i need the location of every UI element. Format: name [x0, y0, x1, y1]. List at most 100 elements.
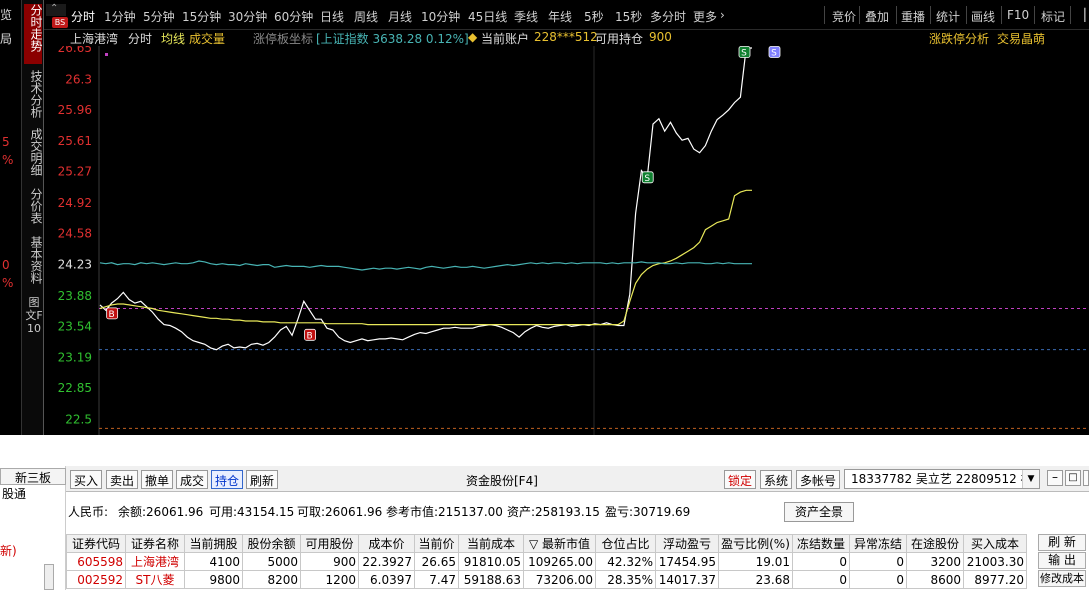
lock-button[interactable]: 锁定 — [724, 470, 757, 489]
period-15sec[interactable]: 15秒 — [615, 8, 642, 25]
column-header[interactable]: 成本价 — [358, 534, 415, 553]
column-header[interactable]: 盈亏比例(%) — [718, 534, 793, 553]
avg-line-toggle[interactable]: 均线 — [161, 30, 185, 47]
vtab-trades[interactable]: 成交明细 — [24, 128, 43, 184]
limit-coord-toggle[interactable]: 涨停板坐标 — [253, 30, 313, 47]
table-cell: 22.3927 — [358, 552, 415, 571]
stock-name: 上海港湾 — [70, 32, 119, 46]
period-60min[interactable]: 60分钟 — [274, 8, 313, 25]
column-header[interactable]: 冻结数量 — [792, 534, 850, 553]
table-cell: 0 — [849, 552, 907, 571]
trade-summary-link[interactable]: 交易晶萌 — [997, 30, 1045, 47]
vtab-profile[interactable]: 基本资料 — [24, 236, 43, 292]
column-header[interactable]: 浮动盈亏 — [655, 534, 719, 553]
column-header[interactable]: 可用股份 — [300, 534, 359, 553]
stock-connect-tab[interactable]: 股通 — [0, 485, 66, 501]
table-cell: 4100 — [184, 552, 243, 571]
assets-overview-button[interactable]: 资产全景 — [784, 502, 854, 522]
index-overlay[interactable]: [上证指数 3638.28 0.12%] — [316, 30, 469, 47]
maximize-icon[interactable]: □ — [1065, 470, 1081, 486]
column-header[interactable]: 异常冻结 — [849, 534, 907, 553]
trade-marker-label: S — [771, 48, 777, 58]
replay-button[interactable]: 重播 — [901, 8, 925, 25]
limit-analysis-link[interactable]: 涨跌停分析 — [929, 30, 989, 47]
system-button[interactable]: 系统 — [760, 470, 793, 489]
toolbar-edge-icon[interactable]: ▕ — [1076, 8, 1085, 22]
close-icon[interactable] — [1083, 470, 1089, 486]
cancel-order-button[interactable]: 撤单 — [141, 470, 174, 489]
corner-marker — [105, 53, 108, 56]
dropdown-arrow-icon[interactable]: ▼ — [1022, 470, 1039, 488]
table-cell: 23.68 — [718, 570, 793, 589]
table-cell: 0 — [849, 570, 907, 589]
more-chevron-icon[interactable]: › — [720, 8, 725, 22]
minimize-icon[interactable]: – — [1047, 470, 1063, 486]
period-weekly[interactable]: 周线 — [354, 8, 378, 25]
positions-button[interactable]: 持仓 — [211, 470, 244, 489]
column-header[interactable]: 证券名称 — [125, 534, 185, 553]
vtab-f10[interactable]: 图文F10 — [24, 296, 44, 350]
volume-toggle[interactable]: 成交量 — [189, 30, 225, 47]
period-intraday[interactable]: 分时 — [71, 8, 95, 25]
column-header[interactable]: 仓位占比 — [595, 534, 656, 553]
statistics-button[interactable]: 统计 — [936, 8, 960, 25]
chart-svg[interactable]: 26.65 26.3 25.96 25.61 25.27 24.92 24.58 24.23 2… — [44, 46, 1089, 435]
period-45day[interactable]: 45日线 — [468, 8, 507, 25]
period-toolbar: ⌃ BS 分时 1分钟 5分钟 15分钟 30分钟 60分钟 日线 周线 月线 … — [44, 0, 1089, 30]
period-monthly[interactable]: 月线 — [388, 8, 412, 25]
trade-marker-label: B — [109, 310, 115, 320]
period-multi-intraday[interactable]: 多分时 — [650, 8, 686, 25]
y-tick-label: 25.61 — [58, 134, 92, 148]
trade-marker-label: S — [644, 174, 650, 184]
table-cell: 5000 — [242, 552, 301, 571]
refresh-button[interactable]: 刷新 — [246, 470, 279, 489]
draw-line-button[interactable]: 画线 — [971, 8, 995, 25]
f10-button[interactable]: F10 — [1007, 8, 1029, 22]
column-header[interactable]: 当前价 — [414, 534, 459, 553]
trading-app: 览 局 5 % 0 % 分时走势 技术分析 成交明细 分价表 基本资料 图文F1… — [0, 0, 1089, 590]
period-5min[interactable]: 5分钟 — [143, 8, 175, 25]
call-auction-button[interactable]: 竞价 — [832, 8, 856, 25]
period-quarterly[interactable]: 季线 — [514, 8, 538, 25]
refresh-side-button[interactable]: 刷 新 — [1038, 534, 1086, 551]
account-select[interactable]: 18337782 吴立艺 22809512 福 — [844, 469, 1040, 489]
fills-button[interactable]: 成交 — [176, 470, 209, 489]
side-button-column: 刷 新 输 出 修改成本 — [1038, 534, 1089, 588]
table-row[interactable]: 605598 上海港湾 4100 5000 900 22.3927 26.65 91810.0… — [66, 552, 1027, 571]
table-cell: 91810.05 — [458, 552, 524, 571]
period-10min[interactable]: 10分钟 — [421, 8, 460, 25]
sell-button[interactable]: 卖出 — [106, 470, 139, 489]
period-5sec[interactable]: 5秒 — [584, 8, 604, 25]
left-scrollbar[interactable] — [44, 564, 54, 590]
column-header[interactable]: 证券代码 — [66, 534, 126, 553]
currency-label: 人民币: — [68, 505, 109, 519]
vtab-price-table[interactable]: 分价表 — [24, 188, 43, 232]
edit-cost-button[interactable]: 修改成本 — [1038, 570, 1086, 587]
column-header[interactable]: 当前成本 — [458, 534, 524, 553]
new-otc-tab[interactable]: 新三板 — [0, 468, 66, 485]
period-15min[interactable]: 15分钟 — [182, 8, 221, 25]
period-yearly[interactable]: 年线 — [548, 8, 572, 25]
column-header[interactable]: 在途股份 — [906, 534, 964, 553]
table-row[interactable]: 002592 ST八菱 9800 8200 1200 6.0397 7.47 59188.63… — [66, 570, 1027, 589]
mark-button[interactable]: 标记 — [1041, 8, 1065, 25]
collapse-arrow-icon[interactable]: ⌃ — [46, 3, 66, 16]
period-1min[interactable]: 1分钟 — [104, 8, 136, 25]
vtab-realtime[interactable]: 分时走势 — [24, 4, 43, 64]
vtab-technical[interactable]: 技术分析 — [24, 70, 43, 126]
column-header[interactable]: ▽ 最新市值 — [523, 534, 596, 553]
bs-badge[interactable]: BS — [52, 17, 68, 28]
period-daily[interactable]: 日线 — [320, 8, 344, 25]
overlay-button[interactable]: 叠加 — [865, 8, 889, 25]
period-30min[interactable]: 30分钟 — [228, 8, 267, 25]
trading-panel: 新三板 股通 新) 买入 卖出 撤单 成交 持仓 刷新 资金股份[F4] 锁定 … — [0, 466, 1089, 590]
intraday-chart[interactable]: 26.65 26.3 25.96 25.61 25.27 24.92 24.58 24.23 2… — [44, 46, 1089, 435]
period-more[interactable]: 更多 — [693, 8, 717, 25]
export-button[interactable]: 输 出 — [1038, 552, 1086, 569]
buy-button[interactable]: 买入 — [70, 470, 103, 489]
column-header[interactable]: 当前拥股 — [184, 534, 243, 553]
column-header[interactable]: 买入成本 — [963, 534, 1027, 553]
multi-account-button[interactable]: 多帐号 — [796, 470, 841, 489]
column-header[interactable]: 股份余额 — [242, 534, 301, 553]
table-cell: 605598 — [66, 552, 126, 571]
